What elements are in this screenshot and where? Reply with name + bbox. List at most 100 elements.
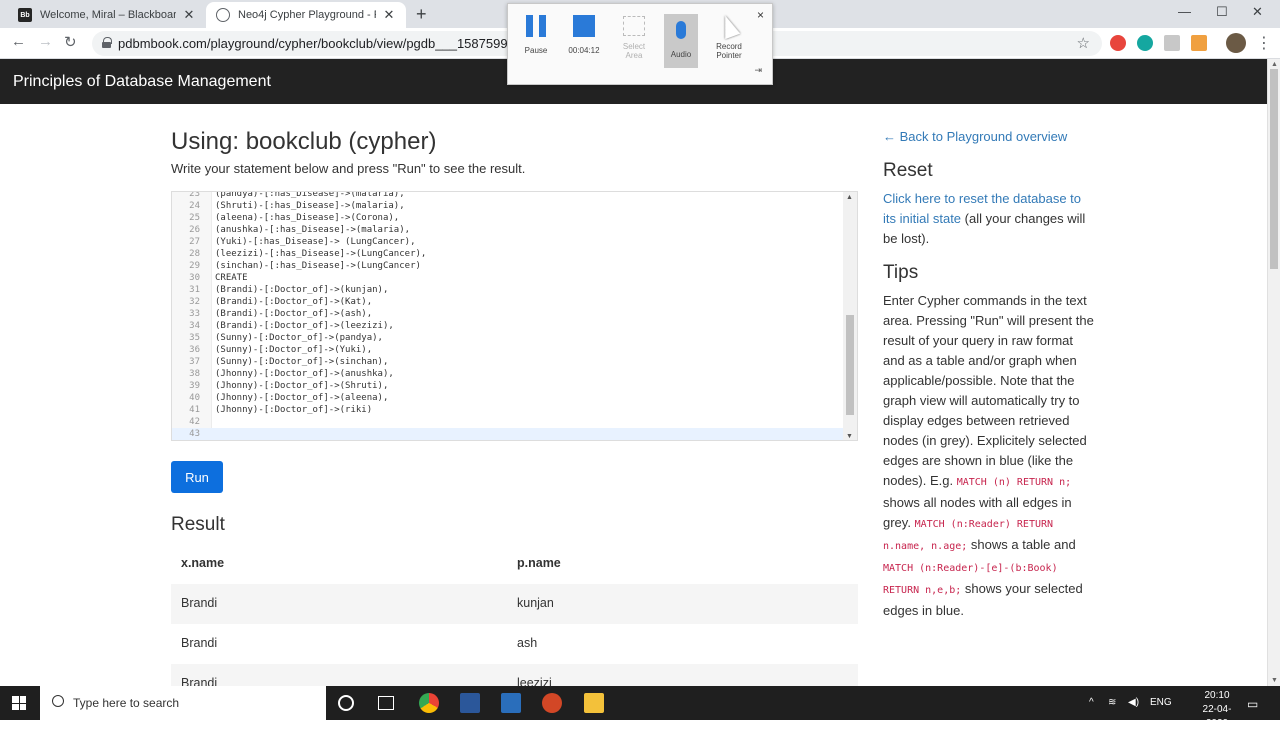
search-icon (52, 695, 64, 707)
result-heading: Result (171, 514, 225, 535)
maximize-button[interactable]: ☐ (1216, 4, 1228, 20)
table-row: Brandi kunjan (171, 584, 858, 624)
reset-heading: Reset (883, 160, 933, 181)
line-number: 28 (189, 249, 200, 259)
editor-scrollbar-thumb[interactable] (846, 315, 854, 415)
cortana-icon[interactable] (338, 695, 354, 711)
code-lines: 23 (pandya)-[:has_Disease]->(malaria), 24 (… (172, 192, 844, 440)
powerpoint-taskbar-icon[interactable] (542, 693, 562, 713)
run-button[interactable]: Run (171, 461, 223, 493)
recorder-stop-button[interactable]: 00:04:12 (559, 12, 609, 55)
code-text: (Jhonny)-[:Doctor_of]->(Shruti), (215, 381, 389, 391)
code-text: (Brandi)-[:Doctor_of]->(Kat), (215, 297, 373, 307)
tab-close-icon[interactable]: ✕ (182, 7, 196, 23)
back-to-overview-link[interactable]: ← Back to Playground overview (883, 129, 1067, 144)
code-text: (Sunny)-[:Doctor_of]->(Yuki), (215, 345, 373, 355)
recorder-pointer-button[interactable]: Record Pointer (704, 12, 754, 60)
microphone-icon (676, 21, 686, 39)
recorder-pin-icon[interactable]: ⇥ (754, 65, 762, 76)
taskbar-clock[interactable]: 20:10 22-04-2020 (1192, 689, 1242, 731)
code-line: 31 (Brandi)-[:Doctor_of]->(kunjan), (172, 284, 844, 296)
globe-favicon-icon (216, 8, 230, 22)
scroll-up-icon[interactable]: ▲ (1271, 61, 1278, 68)
tab-blackboard[interactable]: Bb Welcome, Miral – Blackboard Lea ✕ (8, 2, 206, 28)
page-scrollbar[interactable]: ▲ ▼ (1267, 59, 1280, 686)
line-number: 27 (189, 237, 200, 247)
chrome-taskbar-icon[interactable] (419, 693, 439, 713)
new-tab-button[interactable]: + (416, 4, 427, 25)
line-number: 42 (189, 417, 200, 427)
code-line: 23 (pandya)-[:has_Disease]->(malaria), (172, 192, 844, 200)
code-line: 41 (Jhonny)-[:Doctor_of]->(riki) (172, 404, 844, 416)
back-arrow-icon[interactable]: ← (11, 33, 26, 50)
notifications-icon[interactable]: ▭ (1247, 697, 1258, 711)
bookmark-star-icon[interactable]: ☆ (1077, 34, 1090, 52)
code-text: (anushka)-[:has_Disease]->(malaria), (215, 225, 411, 235)
code-text: (Sunny)-[:Doctor_of]->(pandya), (215, 333, 383, 343)
menu-kebab-icon[interactable]: ⋮ (1256, 33, 1272, 53)
app-taskbar-icon[interactable] (501, 693, 521, 713)
extension-icon[interactable] (1191, 35, 1207, 51)
page-title: Using: bookclub (cypher) (171, 128, 437, 155)
file-explorer-taskbar-icon[interactable] (584, 693, 604, 713)
pointer-cursor-icon (717, 12, 741, 40)
recording-timer: 00:04:12 (568, 46, 600, 55)
reset-paragraph: Click here to reset the database to its … (883, 189, 1095, 249)
tips-paragraph: Enter Cypher commands in the text area. … (883, 291, 1098, 621)
tab-neo4j-playground[interactable]: Neo4j Cypher Playground - Prin ✕ (206, 2, 406, 28)
recorder-select-area-button[interactable]: Select Area (609, 12, 659, 60)
line-number: 37 (189, 357, 200, 367)
table-cell: Brandi (181, 676, 218, 686)
tray-chevron-icon[interactable]: ^ (1089, 697, 1094, 708)
url-text: pdbmbook.com/playground/cypher/bookclub/… (118, 36, 544, 51)
windows-start-icon[interactable] (12, 696, 26, 710)
recorder-pause-button[interactable]: Pause (511, 12, 561, 55)
editor-scrollbar[interactable]: ▲ ▼ (843, 192, 857, 440)
volume-icon[interactable]: ◀) (1128, 697, 1139, 708)
code-line: 38 (Jhonny)-[:Doctor_of]->(anushka), (172, 368, 844, 380)
record-pointer-label: Record Pointer (716, 42, 742, 60)
site-brand[interactable]: Principles of Database Management (13, 73, 271, 91)
select-area-icon (623, 16, 645, 36)
forward-arrow-icon[interactable]: → (38, 33, 53, 50)
window-close-button[interactable]: ✕ (1252, 4, 1263, 20)
table-cell: Brandi (181, 596, 218, 610)
table-row: Brandi leezizi (171, 664, 858, 686)
extension-icon[interactable] (1164, 35, 1180, 51)
table-header-row: x.name p.name (171, 544, 858, 584)
minimize-button[interactable]: — (1178, 4, 1191, 19)
recorder-audio-button[interactable]: Audio (664, 14, 698, 68)
taskbar-search-box[interactable]: Type here to search (40, 686, 326, 720)
network-icon[interactable]: ≋ (1108, 697, 1116, 708)
code-text: CREATE (215, 273, 248, 283)
language-indicator[interactable]: ENG (1150, 697, 1172, 708)
code-text: (sinchan)-[:has_Disease]->(LungCancer) (215, 261, 421, 271)
profile-avatar[interactable] (1226, 33, 1246, 53)
page-scrollbar-thumb[interactable] (1270, 69, 1278, 269)
table-cell: kunjan (517, 596, 554, 610)
task-view-icon[interactable] (378, 696, 394, 710)
scroll-up-icon[interactable]: ▲ (846, 194, 853, 201)
word-taskbar-icon[interactable] (460, 693, 480, 713)
line-number: 39 (189, 381, 200, 391)
table-cell: Brandi (181, 636, 218, 650)
code-line: 30 CREATE (172, 272, 844, 284)
recorder-close-icon[interactable]: × (757, 8, 764, 22)
tips-text: shows a table and (967, 537, 1076, 552)
screen-recorder-toolbar: Pause 00:04:12 Select Area Audio Record … (507, 3, 773, 85)
clock-date: 22-04-2020 (1202, 704, 1232, 729)
opera-extension-icon[interactable] (1110, 35, 1126, 51)
reload-icon[interactable]: ↻ (64, 33, 77, 51)
scroll-down-icon[interactable]: ▼ (846, 433, 853, 440)
cypher-code-editor[interactable]: 23 (pandya)-[:has_Disease]->(malaria), 24 (… (171, 191, 858, 441)
result-table: x.name p.name Brandi kunjan Brandi ash B… (171, 544, 858, 686)
grammarly-extension-icon[interactable] (1137, 35, 1153, 51)
line-number: 25 (189, 213, 200, 223)
code-line: 32 (Brandi)-[:Doctor_of]->(Kat), (172, 296, 844, 308)
scroll-down-icon[interactable]: ▼ (1271, 677, 1278, 684)
line-number: 32 (189, 297, 200, 307)
audio-label: Audio (670, 50, 692, 59)
tab-close-icon[interactable]: ✕ (382, 7, 396, 23)
code-line: 36 (Sunny)-[:Doctor_of]->(Yuki), (172, 344, 844, 356)
code-line: 39 (Jhonny)-[:Doctor_of]->(Shruti), (172, 380, 844, 392)
